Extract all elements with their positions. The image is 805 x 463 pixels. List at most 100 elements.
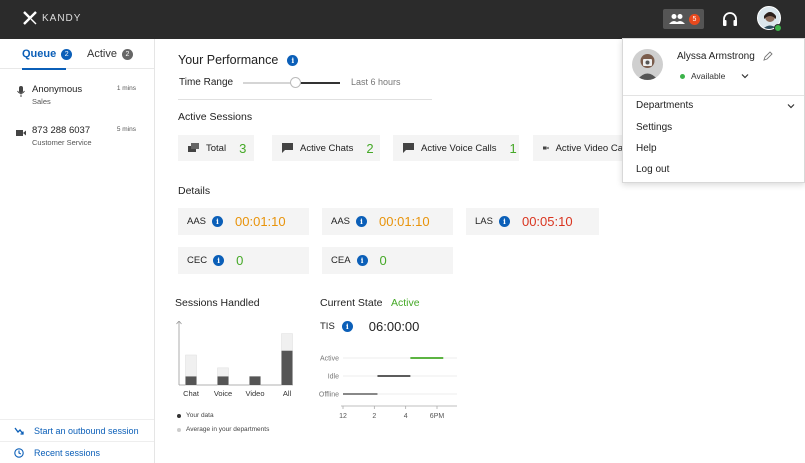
detail-label: AAS <box>331 216 351 227</box>
sidebar: Queue 2 Active 2 Anonymous Sales 1 mins … <box>0 39 155 463</box>
info-icon[interactable]: i <box>212 216 224 227</box>
chevron-down-icon[interactable] <box>787 102 795 110</box>
detail-card-cea: CEA i 0 <box>322 247 453 274</box>
voice-chat-icon <box>403 143 414 153</box>
status-dot <box>680 73 685 79</box>
detail-label: AAS <box>187 216 207 227</box>
detail-value: 00:05:10 <box>521 214 573 229</box>
detail-card-las: LAS i 00:05:10 <box>466 208 599 235</box>
team-button[interactable]: 5 <box>663 9 704 29</box>
session-label: Active Video Ca <box>555 142 623 154</box>
session-value: 2 <box>366 140 374 156</box>
queue-tabs: Queue 2 Active 2 <box>0 39 154 70</box>
detail-label: LAS <box>475 216 493 227</box>
performance-title: Your Performance <box>178 53 279 67</box>
menu-avatar <box>632 49 663 80</box>
chat-icon <box>282 143 293 153</box>
status-selector[interactable]: Available <box>680 71 749 81</box>
detail-card-aas: AAS i 00:01:10 <box>178 208 309 235</box>
time-range-label: Time Range <box>179 77 234 88</box>
menu-item-logout[interactable]: Log out <box>636 164 669 175</box>
menu-user-name: Alyssa Armstrong <box>677 51 755 62</box>
kandy-logo-icon <box>23 11 37 25</box>
tis-label: TIS <box>320 321 335 332</box>
start-outbound-session-link[interactable]: Start an outbound session <box>0 419 154 441</box>
time-range-value: Last 6 hours <box>351 77 401 87</box>
legend-dot-light <box>177 427 181 432</box>
info-icon[interactable]: i <box>498 216 510 227</box>
tis-row: TIS i 06:00:00 <box>320 319 419 334</box>
bar-your-data <box>281 350 293 385</box>
session-card-voice: Active Voice Calls 1 <box>393 135 519 161</box>
top-bar: KANDY 5 <box>0 0 805 39</box>
pencil-icon[interactable] <box>763 51 773 61</box>
chat-stack-icon <box>188 143 199 152</box>
people-icon <box>669 14 685 24</box>
session-value: 3 <box>239 140 247 156</box>
menu-item-help[interactable]: Help <box>636 143 657 154</box>
menu-item-departments[interactable]: Departments <box>636 100 693 111</box>
outbound-link-label: Start an outbound session <box>34 425 139 436</box>
queue-item[interactable]: Anonymous Sales 1 mins <box>0 84 154 124</box>
queue-item[interactable]: 873 288 6037 Customer Service 5 mins <box>0 125 154 165</box>
detail-value: 00:01:10 <box>235 214 286 229</box>
info-icon[interactable]: i <box>356 255 368 266</box>
kandy-logo[interactable]: KANDY <box>22 10 81 26</box>
recent-sessions-link[interactable]: Recent sessions <box>0 441 154 463</box>
brand-name: KANDY <box>42 12 82 24</box>
session-label: Total <box>206 142 227 154</box>
menu-item-settings[interactable]: Settings <box>636 122 672 133</box>
recent-link-label: Recent sessions <box>34 447 101 458</box>
info-icon[interactable]: i <box>287 54 299 66</box>
queue-item-subtitle: Customer Service <box>32 138 92 147</box>
detail-label: CEC <box>187 255 208 266</box>
tis-value: 06:00:00 <box>368 319 420 334</box>
x-tick-label: 6PM <box>430 413 445 420</box>
session-label: Active Chats <box>300 142 354 154</box>
session-card-total: Total 3 <box>178 135 254 161</box>
outbound-arrow-icon <box>14 427 24 435</box>
current-state-heading: Current State <box>320 297 383 309</box>
detail-value: 0 <box>236 253 244 268</box>
legend-label: Average in your departments <box>186 426 270 433</box>
time-range-slider-fill <box>295 82 340 84</box>
page-title: Your Performance i <box>178 53 299 67</box>
tab-queue[interactable]: Queue 2 <box>22 48 73 60</box>
detail-value: 00:01:10 <box>379 214 430 229</box>
team-count-badge: 5 <box>689 13 700 25</box>
legend-dot-dark <box>177 413 181 418</box>
time-range-slider-thumb[interactable] <box>290 77 301 88</box>
detail-card-cec: CEC i 0 <box>178 247 309 274</box>
info-icon[interactable]: i <box>341 321 353 332</box>
state-timeline-chart: Active Idle Offline 12 2 4 6PM <box>319 356 457 420</box>
chevron-down-icon <box>741 74 749 79</box>
tab-active-label: Active <box>87 48 117 60</box>
y-tick-label: Idle <box>328 374 339 381</box>
current-state-value: Active <box>391 297 420 309</box>
bar-your-data <box>185 376 197 385</box>
clock-icon <box>14 447 24 458</box>
details-heading: Details <box>178 185 211 197</box>
info-icon[interactable]: i <box>356 216 368 227</box>
video-icon <box>543 146 549 150</box>
headset-icon[interactable] <box>721 10 739 28</box>
info-icon[interactable]: i <box>213 255 225 266</box>
queue-item-time: 1 mins <box>116 85 136 92</box>
microphone-icon <box>17 86 25 97</box>
active-sessions-heading: Active Sessions <box>178 111 253 123</box>
y-tick-label: Offline <box>319 392 339 399</box>
queue-item-title: Anonymous <box>32 84 83 95</box>
y-tick-label: Active <box>320 356 339 363</box>
divider <box>178 99 432 100</box>
tab-active[interactable]: Active 2 <box>87 48 133 60</box>
x-tick-label: All <box>283 389 292 398</box>
menu-divider <box>623 95 804 96</box>
queue-item-time: 5 mins <box>116 126 136 133</box>
bar-your-data <box>217 376 229 385</box>
tab-queue-label: Queue <box>22 48 57 60</box>
legend-label: Your data <box>186 412 214 419</box>
detail-card-aas-2: AAS i 00:01:10 <box>322 208 453 235</box>
sessions-handled-heading: Sessions Handled <box>175 297 260 309</box>
detail-value: 0 <box>379 253 387 268</box>
user-menu: Alyssa Armstrong Available Departments S… <box>622 38 805 183</box>
